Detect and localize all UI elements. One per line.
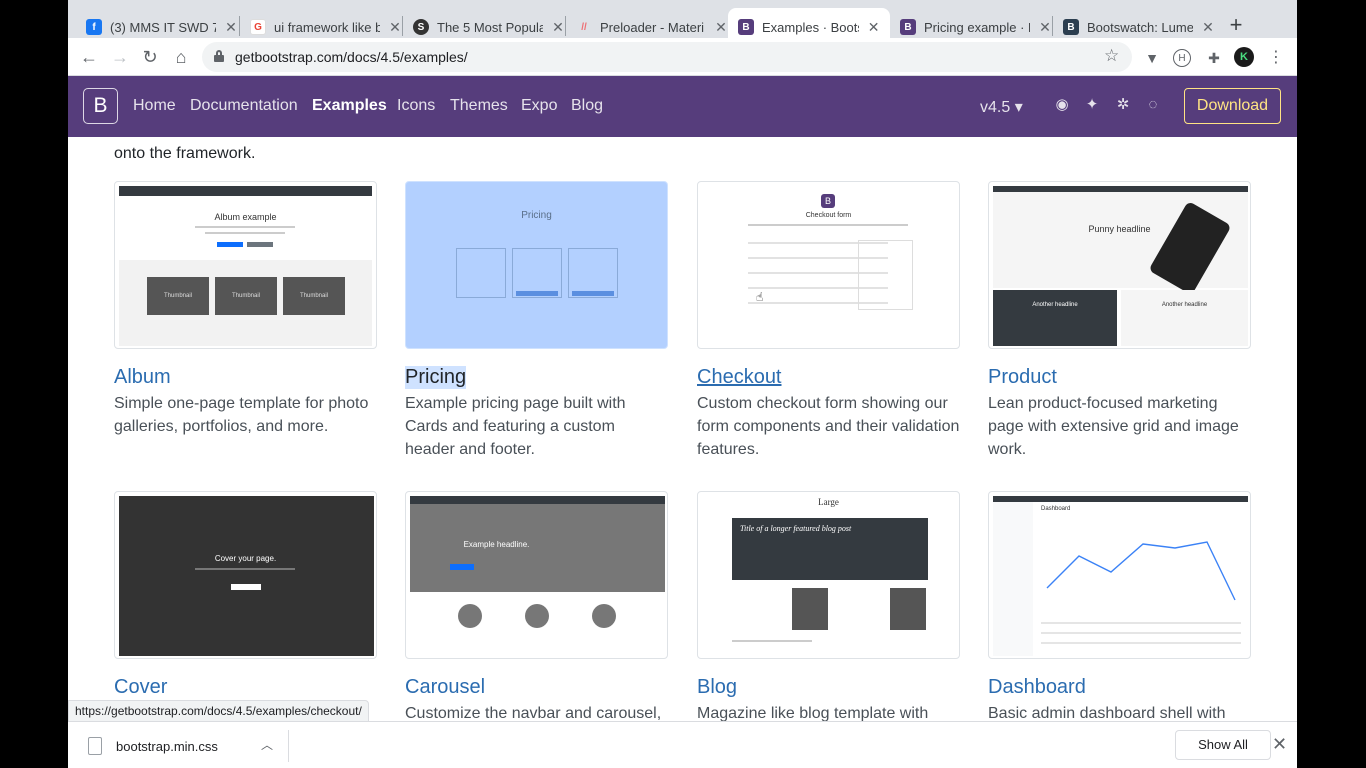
nav-expo[interactable]: Expo [521, 97, 557, 115]
examples-content: onto the framework. Album example Thumbn… [68, 137, 1297, 721]
close-icon[interactable]: ✕ [224, 19, 238, 36]
close-icon[interactable]: ✕ [867, 19, 880, 36]
status-url-bubble: https://getbootstrap.com/docs/4.5/exampl… [68, 700, 369, 722]
card-title-album[interactable]: Album [114, 366, 171, 389]
tab-label: Preloader - Materi [600, 19, 705, 35]
tab-label: ui framework like b [274, 19, 380, 35]
bootstrap-logo-icon[interactable]: B [83, 88, 118, 124]
card-title-checkout[interactable]: Checkout [697, 366, 782, 389]
url-text: getbootstrap.com/docs/4.5/examples/ [235, 49, 468, 65]
close-icon[interactable]: ✕ [1201, 19, 1215, 36]
download-shelf: bootstrap.min.css ︿ Show All ✕ [68, 721, 1297, 768]
nav-themes[interactable]: Themes [450, 97, 508, 115]
show-all-button[interactable]: Show All [1175, 730, 1271, 760]
tab-label: Examples · Bootstr [762, 19, 859, 35]
close-icon[interactable]: ✕ [1272, 734, 1287, 755]
nav-icons[interactable]: Icons [397, 97, 435, 115]
profile-avatar-icon[interactable]: K [1234, 47, 1254, 67]
lock-icon [214, 50, 224, 62]
card-desc-dashboard: Basic admin dashboard shell with [988, 705, 1226, 721]
close-icon[interactable]: ✕ [714, 19, 728, 36]
tab-label: The 5 Most Popula [437, 19, 543, 35]
extension-h-icon[interactable]: H [1173, 49, 1191, 67]
forward-arrow-icon[interactable]: → [108, 46, 132, 68]
home-icon[interactable]: ⌂ [169, 46, 193, 68]
facebook-icon: f [86, 19, 102, 35]
menu-kebab-icon[interactable]: ⋮ [1268, 47, 1284, 67]
browser-toolbar: ← → ↻ ⌂ getbootstrap.com/docs/4.5/exampl… [68, 38, 1297, 76]
extension-v-icon[interactable]: ▼ [1143, 49, 1161, 67]
card-title-pricing[interactable]: Pricing [405, 366, 467, 389]
card-desc-checkout: Custom checkout form showing our form co… [697, 395, 960, 458]
file-icon [88, 737, 102, 755]
bookmark-star-icon[interactable]: ☆ [1104, 46, 1119, 66]
close-icon[interactable]: ✕ [388, 19, 402, 36]
site-icon: S [413, 19, 429, 35]
cover-thumbnail[interactable]: Cover your page. [114, 491, 377, 659]
address-bar[interactable]: getbootstrap.com/docs/4.5/examples/ ☆ [202, 42, 1132, 72]
card-desc-carousel: Customize the navbar and carousel, [405, 705, 662, 721]
puzzle-icon[interactable]: ✚ [1205, 49, 1223, 67]
close-icon[interactable]: ✕ [551, 19, 565, 36]
product-thumbnail[interactable]: Punny headline Another headline Another … [988, 181, 1251, 349]
github-icon[interactable]: ◉ [1053, 96, 1071, 114]
card-desc-product: Lean product-focused marketing page with… [988, 395, 1239, 458]
tab-label: (3) MMS IT SWD 7 [110, 19, 216, 35]
intro-text: onto the framework. [114, 145, 256, 162]
album-thumbnail[interactable]: Album example Thumbnail Thumbnail Thumbn… [114, 181, 377, 349]
materialize-icon: // [581, 21, 587, 33]
slack-icon[interactable]: ✲ [1114, 96, 1132, 114]
nav-examples[interactable]: Examples [312, 97, 387, 115]
google-icon: G [250, 19, 266, 35]
nav-documentation[interactable]: Documentation [190, 97, 298, 115]
version-dropdown[interactable]: v4.5 ▾ [980, 97, 1023, 117]
new-tab-button[interactable]: + [1226, 12, 1246, 38]
card-title-product[interactable]: Product [988, 366, 1057, 389]
nav-home[interactable]: Home [133, 97, 176, 115]
chevron-up-icon[interactable]: ︿ [261, 736, 273, 753]
checkout-thumbnail[interactable]: B Checkout form ☝ [697, 181, 960, 349]
card-title-cover[interactable]: Cover [114, 676, 167, 699]
tab-label: Bootswatch: Lume [1087, 19, 1193, 35]
opencollective-icon[interactable]: ◌ [1144, 96, 1162, 114]
bootstrap-icon: B [900, 19, 916, 35]
card-title-blog[interactable]: Blog [697, 676, 737, 699]
card-title-carousel[interactable]: Carousel [405, 676, 485, 699]
twitter-icon[interactable]: ✦ [1083, 96, 1101, 114]
close-icon[interactable]: ✕ [1038, 19, 1052, 36]
card-desc-blog: Magazine like blog template with [697, 705, 929, 721]
download-filename: bootstrap.min.css [116, 738, 218, 754]
card-desc-album: Simple one-page template for photo galle… [114, 395, 369, 435]
card-title-dashboard[interactable]: Dashboard [988, 676, 1086, 699]
reload-icon[interactable]: ↻ [138, 46, 162, 68]
bootstrap-icon: B [738, 19, 754, 35]
hand-cursor-icon: ☝ [756, 290, 764, 304]
dashboard-thumbnail[interactable]: Dashboard [988, 491, 1251, 659]
tab-label: Pricing example · B [924, 19, 1030, 35]
back-arrow-icon[interactable]: ← [77, 46, 101, 68]
download-item[interactable]: bootstrap.min.css [88, 735, 218, 757]
download-button[interactable]: Download [1184, 88, 1281, 124]
blog-thumbnail[interactable]: Large Title of a longer featured blog po… [697, 491, 960, 659]
bootstrap-navbar: B Home Documentation Examples Icons Them… [68, 76, 1297, 137]
browser-window: f (3) MMS IT SWD 7 ✕ G ui framework like… [68, 0, 1297, 768]
pricing-thumbnail[interactable]: Pricing [405, 181, 668, 349]
line-chart-icon [1046, 541, 1236, 601]
nav-blog[interactable]: Blog [571, 97, 603, 115]
card-desc-pricing: Example pricing page built with Cards an… [405, 395, 626, 458]
bootswatch-icon: B [1063, 19, 1079, 35]
carousel-thumbnail[interactable]: Example headline. [405, 491, 668, 659]
